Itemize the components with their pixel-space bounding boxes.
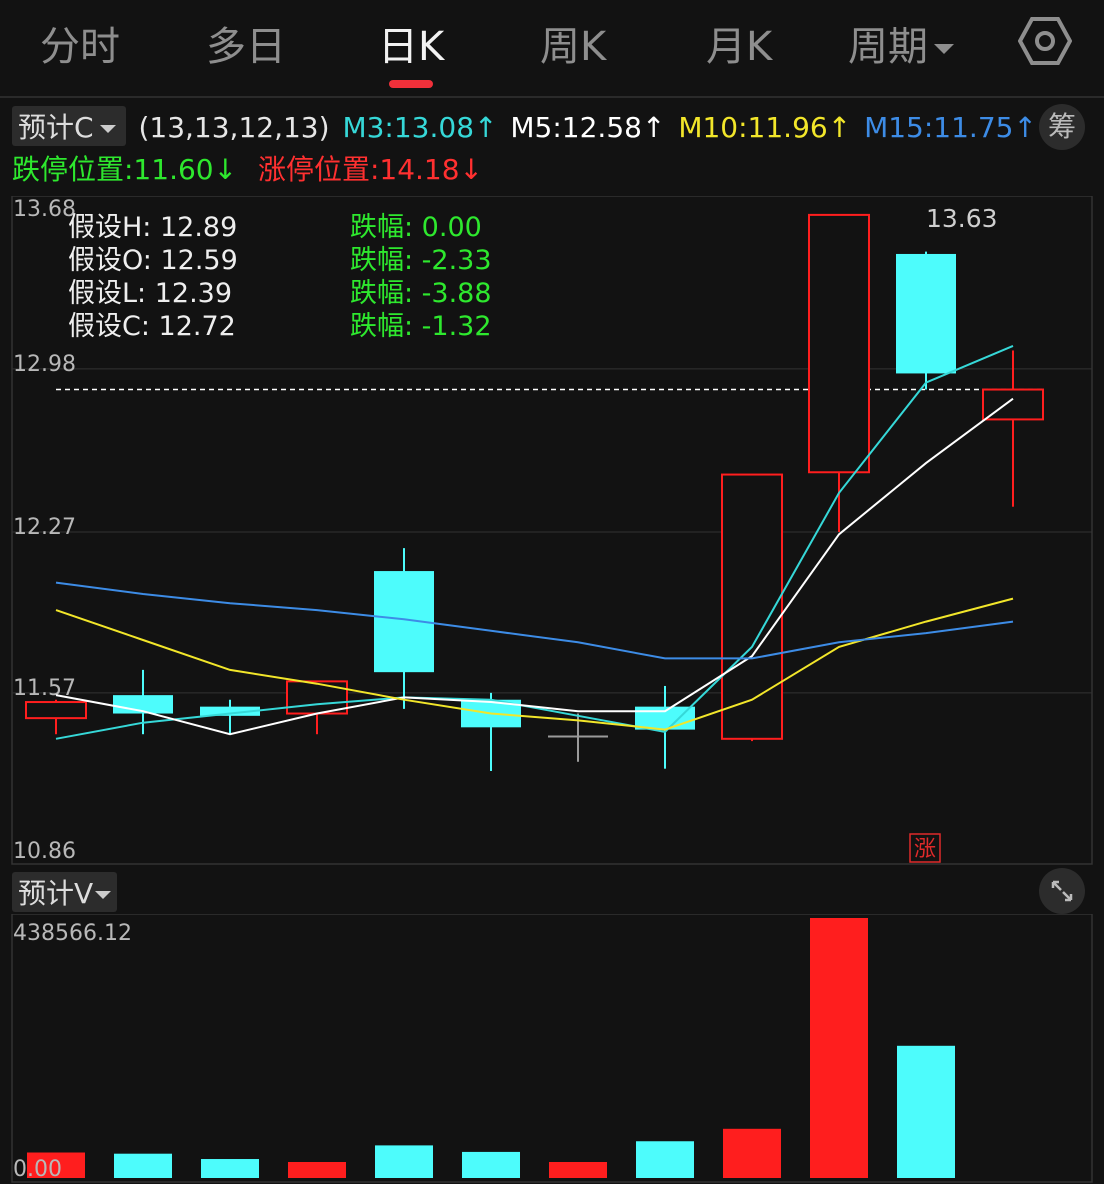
- high-annotation: 13.63: [926, 204, 998, 233]
- candle: [982, 350, 1044, 507]
- volume-bar: [462, 1151, 520, 1178]
- chevron-down-icon: [99, 125, 116, 133]
- tab-period-dropdown[interactable]: 周期: [848, 14, 954, 72]
- m5-value: M5:12.58↑: [510, 111, 666, 144]
- assume-c-label: 假设C: 12.72: [68, 311, 236, 342]
- volume-bar: [288, 1161, 346, 1178]
- tab-monthly-k[interactable]: 月K: [706, 14, 772, 72]
- m10-line: [55, 597, 1014, 731]
- tab-daily-k[interactable]: 日K: [378, 14, 444, 72]
- tab-multiday[interactable]: 多日: [206, 14, 286, 72]
- assume-l-label: 假设L: 12.39: [68, 278, 232, 309]
- m3-value: M3:13.08↑: [342, 111, 498, 144]
- volume-bar: [723, 1128, 781, 1178]
- candle: [113, 669, 173, 735]
- volume-bar: [636, 1141, 694, 1178]
- active-tab-indicator: [389, 80, 433, 88]
- chevron-down-icon: [934, 44, 954, 54]
- candle-body: [25, 701, 87, 720]
- assume-h-change: 跌幅: 0.00: [350, 212, 482, 243]
- indicator-params: (13,13,12,13): [138, 111, 330, 144]
- volume-bar: [114, 1153, 172, 1178]
- price-chart[interactable]: 13.6812.9812.2711.5710.86 假设H: 12.89 假设O…: [0, 196, 1104, 866]
- tab-weekly-k[interactable]: 周K: [540, 14, 606, 72]
- m15-value: M15:11.75↑: [864, 111, 1037, 144]
- limit-up-value: 涨停位置:14.18↓: [257, 153, 484, 186]
- volume-bar: [201, 1159, 259, 1178]
- chevron-down-icon: [95, 891, 112, 899]
- assume-h-label: 假设H: 12.89: [68, 212, 237, 243]
- candle-body: [896, 253, 956, 374]
- candle-body: [808, 213, 870, 474]
- volume-bar: [810, 918, 868, 1178]
- volume-selector[interactable]: 预计V: [12, 872, 118, 912]
- tab-period-label: 周期: [848, 24, 928, 70]
- limit-row: 跌停位置:11.60↓ 涨停位置:14.18↓: [12, 148, 483, 188]
- limit-up-marker: 涨: [909, 833, 941, 863]
- assume-o-change: 跌幅: -2.33: [350, 245, 492, 276]
- volume-bar: [375, 1145, 433, 1178]
- assume-l-change: 跌幅: -3.88: [350, 278, 492, 309]
- settings-icon[interactable]: [1018, 14, 1072, 68]
- chip-distribution-button[interactable]: 筹: [1039, 104, 1085, 150]
- volume-bar: [549, 1161, 607, 1178]
- assume-c-change: 跌幅: -1.32: [350, 311, 492, 342]
- candle: [808, 213, 870, 532]
- candle: [374, 548, 434, 709]
- expand-icon[interactable]: [1039, 868, 1085, 914]
- volume-max-label: 438566.12: [13, 921, 132, 946]
- price-tick-label: 10.86: [13, 839, 76, 864]
- assume-o-label: 假设O: 12.59: [68, 245, 238, 276]
- volume-chart[interactable]: 438566.12 0.00: [0, 914, 1104, 1184]
- price-tick-label: 12.98: [13, 352, 76, 377]
- header-divider: [0, 96, 1104, 98]
- candle: [286, 680, 348, 735]
- assume-panel: 假设H: 12.89 假设O: 12.59 假设L: 12.39 假设C: 12…: [68, 212, 492, 342]
- period-tabs: 分时 多日 日K 周K 月K 周期: [0, 0, 1104, 96]
- volume-selector-label: 预计V: [18, 877, 94, 910]
- tab-intraday[interactable]: 分时: [40, 14, 120, 72]
- candle: [896, 251, 956, 390]
- volume-min-label: 0.00: [13, 1157, 62, 1182]
- indicator-selector[interactable]: 预计C: [12, 106, 126, 146]
- indicator-row: 预计C (13,13,12,13) M3:13.08↑ M5:12.58↑ M1…: [12, 106, 1041, 146]
- m15-line: [55, 581, 1014, 660]
- price-tick-label: 12.27: [13, 515, 76, 540]
- m10-value: M10:11.96↑: [678, 111, 852, 144]
- indicator-selector-label: 预计C: [18, 111, 94, 144]
- limit-down-value: 跌停位置:11.60↓: [12, 153, 238, 186]
- candle: [25, 699, 87, 735]
- volume-selector-box: 预计V: [12, 872, 118, 912]
- price-tick-label: 13.68: [13, 197, 76, 222]
- limit-up-marker-text: 涨: [914, 837, 936, 862]
- volume-bar: [897, 1045, 955, 1178]
